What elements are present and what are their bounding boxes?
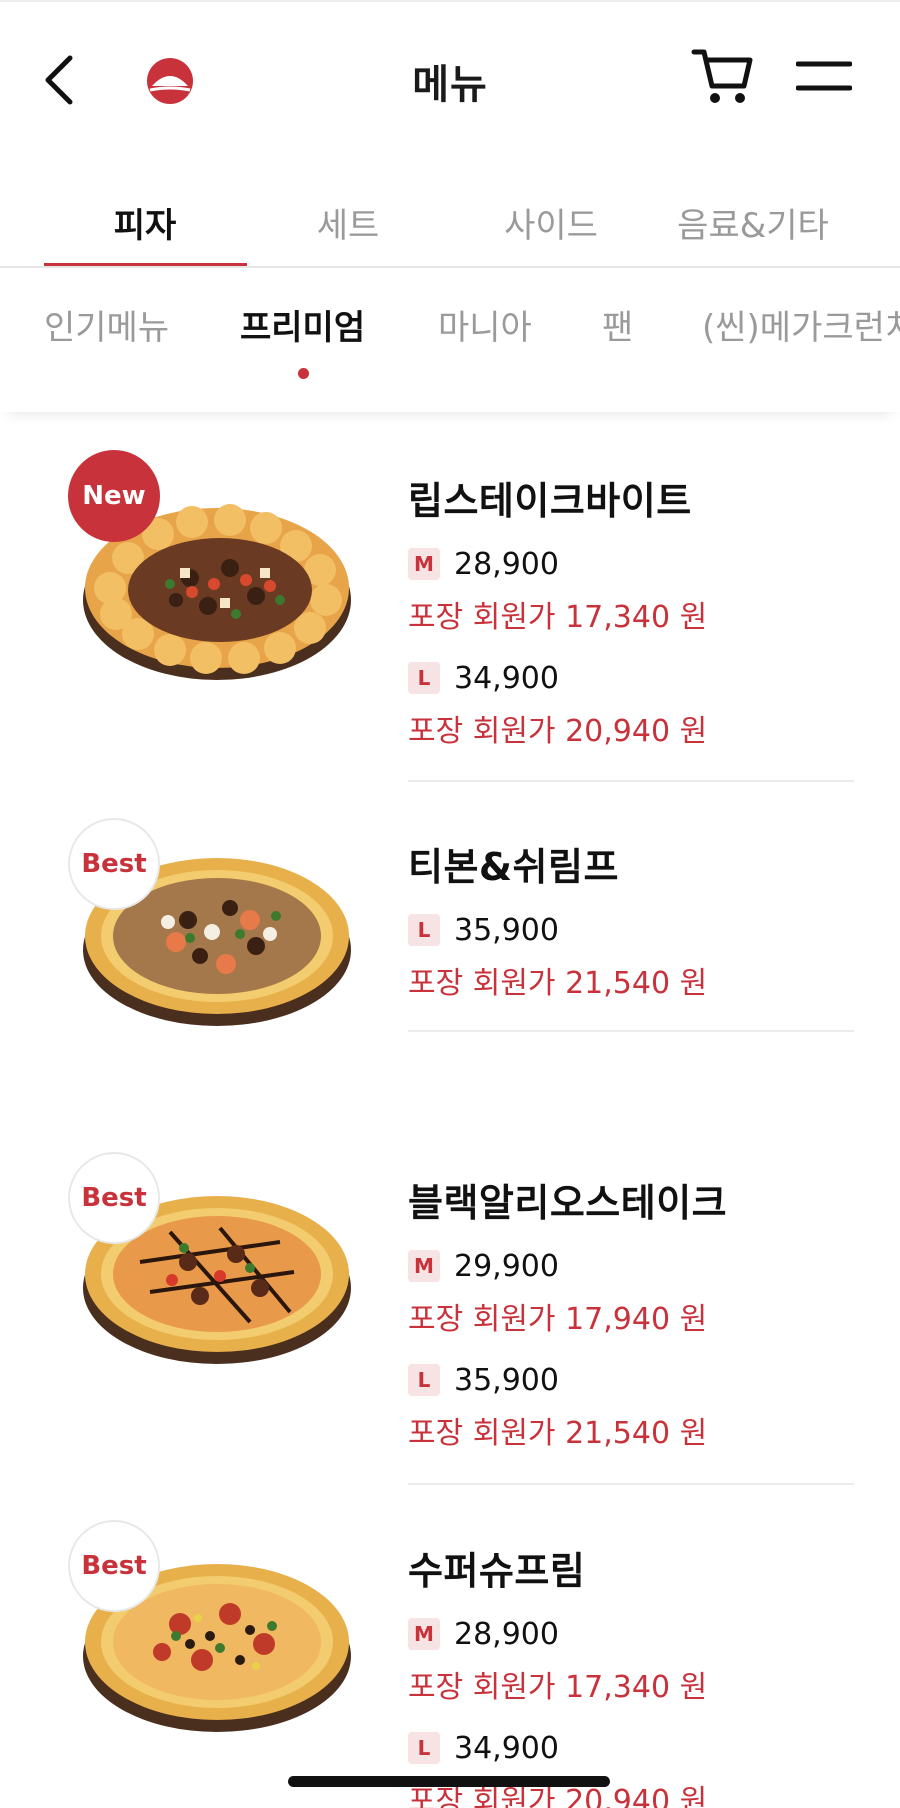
menu-item[interactable]: Best 티본&쉬림프 L 35,900 포장 회원가 21,540 원 <box>0 806 900 1036</box>
subtab-pan[interactable]: 팬 <box>602 300 633 349</box>
menu-item[interactable]: Best 수퍼슈프림 M 28,900 포장 회원가 17,340 원 L 34… <box>0 1510 900 1808</box>
best-badge: Best <box>68 1152 160 1244</box>
item-price: 35,900 <box>454 1362 559 1398</box>
best-badge: Best <box>68 1520 160 1612</box>
size-badge: L <box>408 1364 440 1396</box>
size-badge: L <box>408 1732 440 1764</box>
member-price: 포장 회원가 20,940 원 <box>408 714 708 749</box>
price-row: M 28,900 <box>408 1606 854 1662</box>
item-name: 립스테이크바이트 <box>408 479 692 523</box>
member-price: 포장 회원가 21,540 원 <box>408 966 708 1001</box>
member-price: 포장 회원가 21,540 원 <box>408 1416 708 1451</box>
tab-pizza[interactable]: 피자 <box>40 198 250 247</box>
page-title: 메뉴 <box>412 62 488 108</box>
hamburger-menu-icon <box>795 61 853 91</box>
divider <box>408 1030 854 1032</box>
size-badge: M <box>408 1618 440 1650</box>
size-badge: M <box>408 548 440 580</box>
active-tab-indicator <box>44 263 247 266</box>
new-badge: New <box>68 450 160 542</box>
divider <box>408 780 854 782</box>
member-price: 포장 회원가 17,340 원 <box>408 1670 708 1705</box>
item-price: 28,900 <box>454 546 559 582</box>
subtab-thin-mega-crunch[interactable]: (씬)메가크런치 <box>702 300 900 349</box>
item-info: 티본&쉬림프 L 35,900 포장 회원가 21,540 원 <box>408 836 854 1010</box>
top-app-bar: 메뉴 <box>0 0 900 160</box>
tab-drinks-etc[interactable]: 음료&기타 <box>648 198 858 247</box>
tab-side[interactable]: 사이드 <box>446 198 656 247</box>
tab-set[interactable]: 세트 <box>243 198 453 247</box>
item-price: 28,900 <box>454 1616 559 1652</box>
hamburger-menu-button[interactable] <box>795 58 853 98</box>
size-badge: L <box>408 662 440 694</box>
price-row: L 35,900 <box>408 902 854 958</box>
item-price: 35,900 <box>454 912 559 948</box>
menu-item[interactable]: New 립스테이크바이트 M 28,900 포장 회원가 17,340 원 L … <box>0 440 900 785</box>
price-row: M 29,900 <box>408 1238 854 1294</box>
item-name: 티본&쉬림프 <box>408 845 619 889</box>
member-price: 포장 회원가 17,940 원 <box>408 1302 708 1337</box>
item-price: 34,900 <box>454 1730 559 1766</box>
cart-icon <box>691 49 753 103</box>
item-info: 립스테이크바이트 M 28,900 포장 회원가 17,340 원 L 34,9… <box>408 470 854 758</box>
subtab-premium[interactable]: 프리미엄 <box>240 300 365 349</box>
size-badge: L <box>408 914 440 946</box>
price-row: M 28,900 <box>408 536 854 592</box>
price-row: L 34,900 <box>408 1720 854 1776</box>
size-badge: M <box>408 1250 440 1282</box>
divider <box>408 1483 854 1485</box>
item-price: 29,900 <box>454 1248 559 1284</box>
subtab-popular[interactable]: 인기메뉴 <box>44 300 169 349</box>
price-row: L 35,900 <box>408 1352 854 1408</box>
item-name: 블랙알리오스테이크 <box>408 1181 728 1225</box>
best-badge: Best <box>68 818 160 910</box>
item-info: 수퍼슈프림 M 28,900 포장 회원가 17,340 원 L 34,900 … <box>408 1540 854 1808</box>
subtab-mania[interactable]: 마니아 <box>438 300 532 349</box>
category-tabs: 피자 세트 사이드 음료&기타 <box>0 180 900 268</box>
member-price: 포장 회원가 17,340 원 <box>408 600 708 635</box>
item-info: 블랙알리오스테이크 M 29,900 포장 회원가 17,940 원 L 35,… <box>408 1172 854 1460</box>
price-row: L 34,900 <box>408 650 854 706</box>
subcategory-tabs: 인기메뉴 프리미엄 마니아 팬 (씬)메가크런치 <box>0 270 900 412</box>
item-name: 수퍼슈프림 <box>408 1549 586 1593</box>
menu-item[interactable]: Best 블랙알리오스테이크 M 29,900 포장 회원가 17,940 원 … <box>0 1142 900 1487</box>
home-indicator[interactable] <box>288 1776 610 1787</box>
item-price: 34,900 <box>454 660 559 696</box>
cart-button[interactable] <box>690 46 754 106</box>
active-subtab-dot <box>298 368 309 379</box>
